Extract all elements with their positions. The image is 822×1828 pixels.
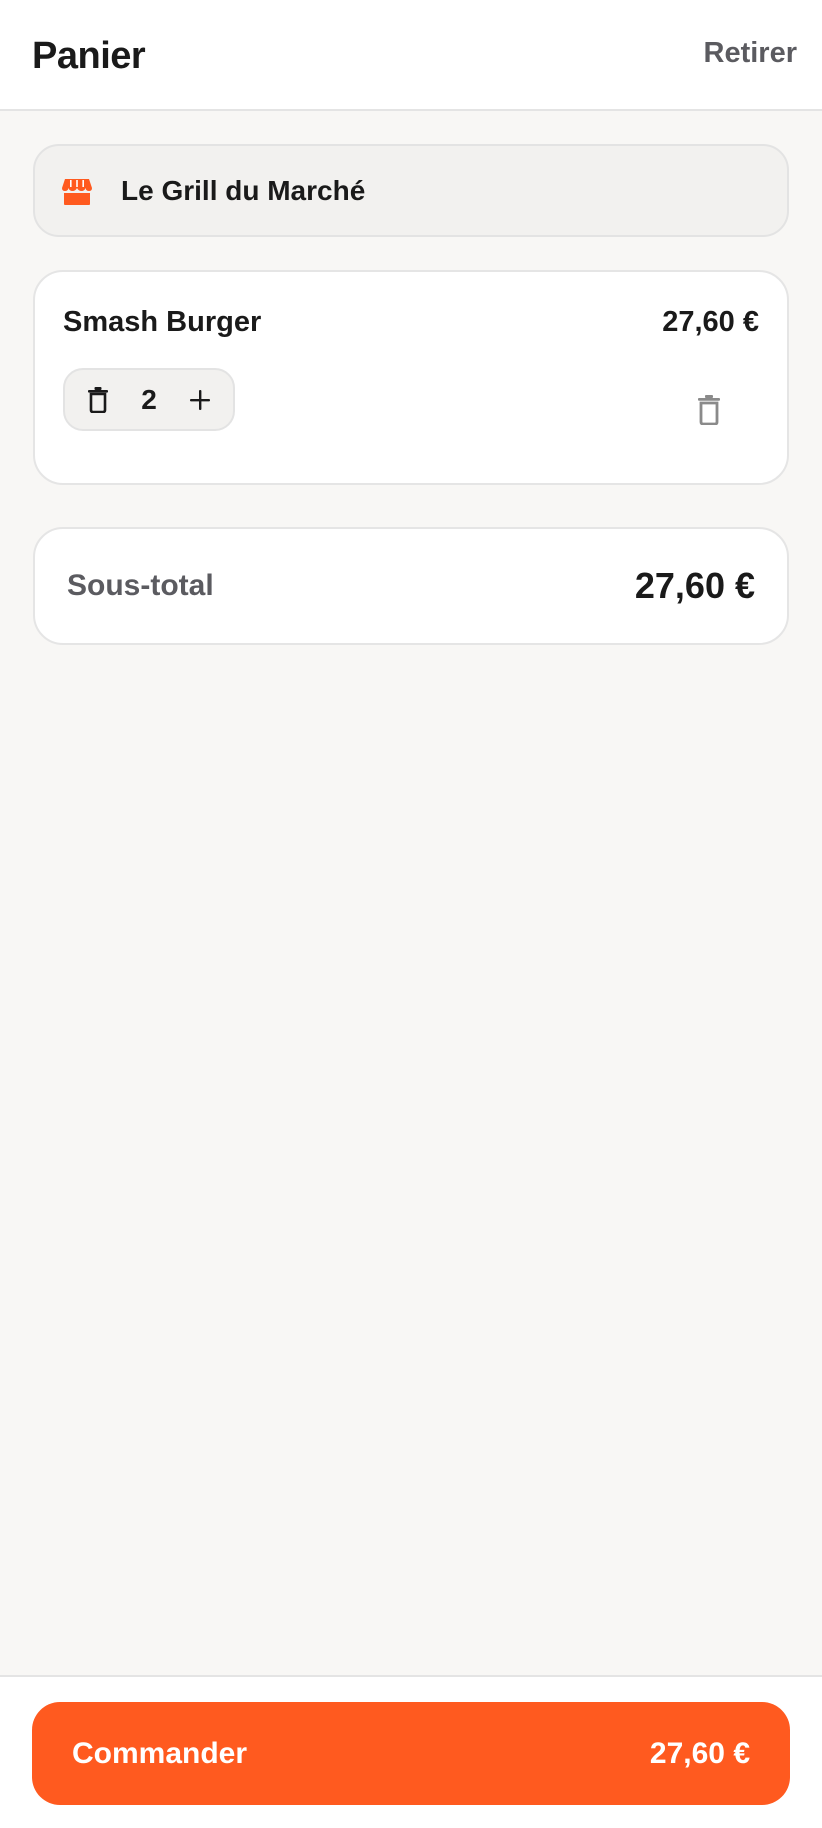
plus-icon	[190, 389, 210, 410]
restaurant-name: Le Grill du Marché	[121, 174, 366, 206]
checkout-total: 27,60 €	[649, 1736, 750, 1770]
footer: Commander 27,60 €	[0, 1675, 822, 1828]
increment-button[interactable]	[185, 385, 215, 415]
header: Panier Retirer	[0, 0, 822, 111]
store-icon	[61, 175, 93, 207]
subtotal-card: Sous-total 27,60 €	[33, 527, 789, 645]
trash-icon	[88, 386, 108, 413]
item-price: 27,60 €	[662, 306, 759, 338]
subtotal-label: Sous-total	[67, 569, 214, 602]
checkout-label: Commander	[72, 1736, 248, 1770]
clear-cart-button[interactable]: Retirer	[704, 37, 798, 70]
cart-screen: Panier Retirer Le Grill du Marché Smash …	[0, 0, 822, 1828]
item-name: Smash Burger	[63, 306, 262, 338]
quantity-value: 2	[141, 383, 157, 415]
decrement-button[interactable]	[83, 385, 113, 415]
restaurant-card: Le Grill du Marché	[33, 144, 789, 237]
trash-icon	[698, 395, 720, 425]
remove-item-button[interactable]	[691, 390, 727, 430]
quantity-stepper: 2	[63, 368, 235, 431]
subtotal-value: 27,60 €	[634, 565, 755, 606]
cart-item: Smash Burger 27,60 € 2	[33, 270, 789, 485]
page-title: Panier	[32, 35, 146, 77]
checkout-button[interactable]: Commander 27,60 €	[32, 1702, 790, 1805]
